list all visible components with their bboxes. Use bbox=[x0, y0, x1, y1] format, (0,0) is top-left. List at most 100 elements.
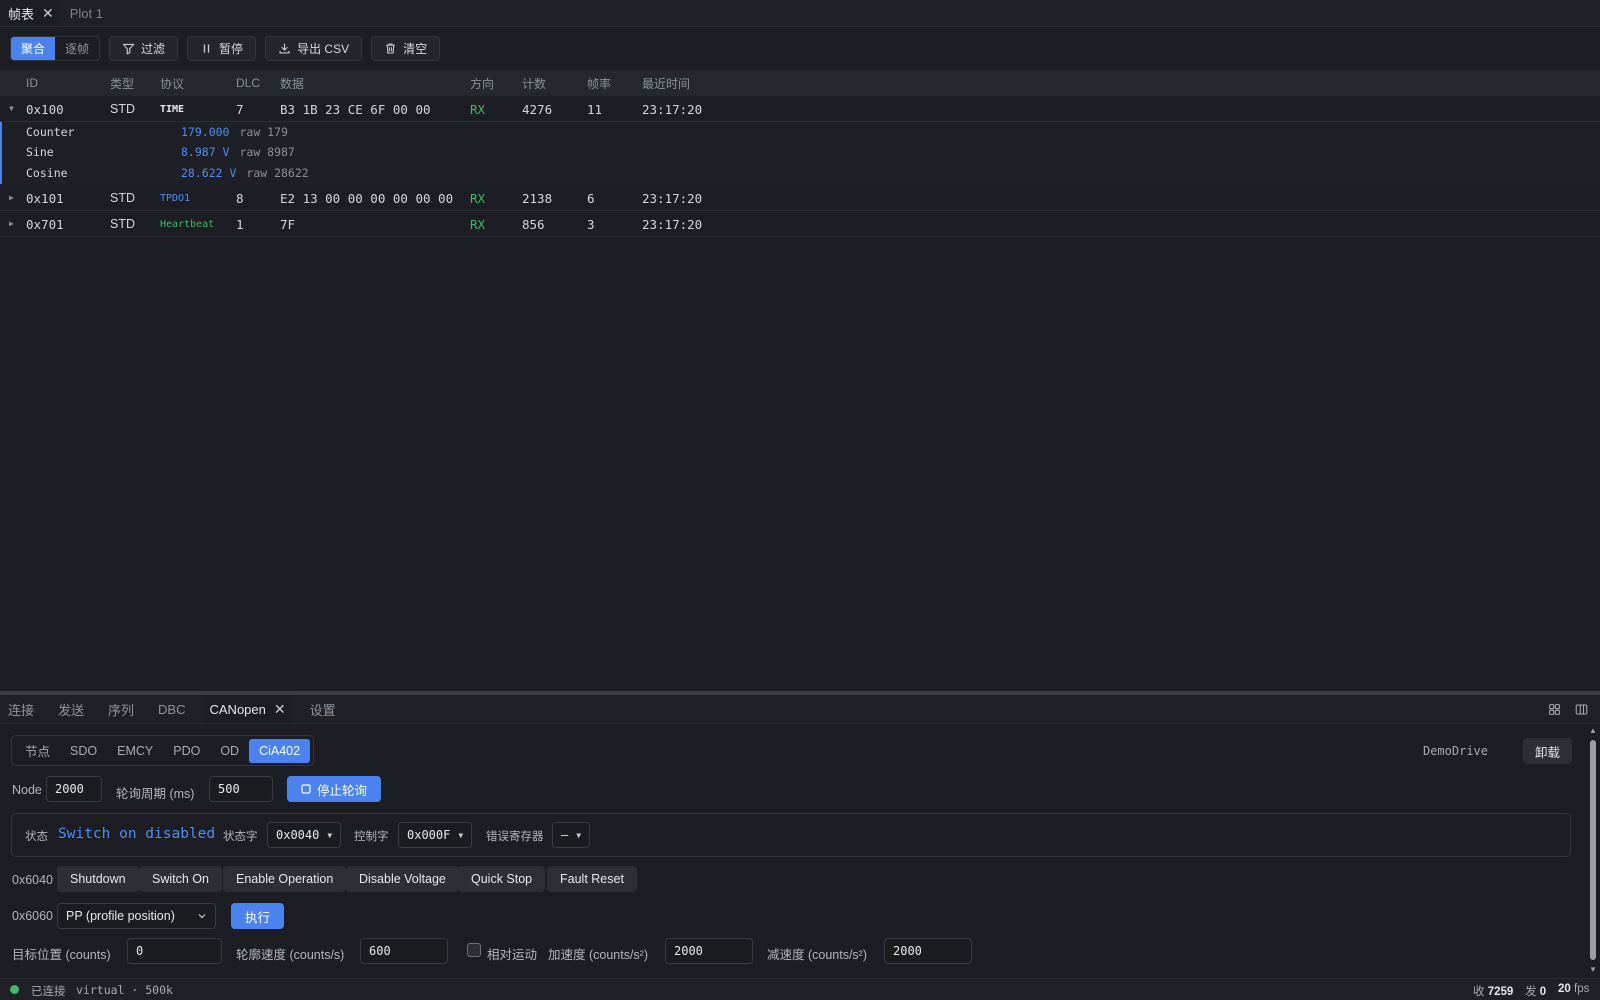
controlword-index: 0x6040 bbox=[12, 873, 54, 887]
cell-type: STD bbox=[110, 217, 135, 231]
controlword-value: 0x000F bbox=[407, 828, 451, 842]
target-position-label: 目标位置 (counts) bbox=[12, 948, 111, 962]
poll-period-input[interactable]: 500 bbox=[209, 776, 273, 802]
header-type[interactable]: 类型 bbox=[110, 75, 134, 92]
fps-unit: fps bbox=[1574, 983, 1590, 995]
subtab-cia402[interactable]: CiA402 bbox=[249, 738, 311, 763]
header-last-time[interactable]: 最近时间 bbox=[642, 75, 690, 92]
tab-dbc[interactable]: DBC bbox=[150, 695, 193, 723]
header-dlc[interactable]: DLC bbox=[236, 76, 260, 90]
tab-connection[interactable]: 连接 bbox=[0, 695, 42, 723]
filter-button[interactable]: 过滤 bbox=[109, 35, 179, 61]
caret-right-icon[interactable]: ▶ bbox=[9, 219, 14, 228]
tab-settings[interactable]: 设置 bbox=[302, 695, 344, 723]
header-rate[interactable]: 帧率 bbox=[587, 75, 611, 92]
controlword-dropdown[interactable]: 0x000F ▼ bbox=[398, 822, 473, 848]
aggregate-mode-button[interactable]: 聚合 bbox=[11, 36, 56, 60]
tab-sequence[interactable]: 序列 bbox=[100, 695, 142, 723]
header-direction[interactable]: 方向 bbox=[470, 75, 494, 92]
header-protocol[interactable]: 协议 bbox=[160, 75, 184, 92]
subtab-sdo[interactable]: SDO bbox=[60, 739, 107, 763]
unload-button[interactable]: 卸载 bbox=[1522, 738, 1572, 764]
table-row[interactable]: ▼ 0x100 STD TIME 7 B3 1B 23 CE 6F 00 00 … bbox=[0, 96, 1600, 122]
execute-button[interactable]: 执行 bbox=[231, 903, 285, 929]
error-register-dropdown[interactable]: — ▼ bbox=[552, 822, 591, 848]
canopen-subtabs: 节点 SDO EMCY PDO OD CiA402 bbox=[11, 735, 315, 766]
cell-last-time: 23:17:20 bbox=[642, 191, 703, 206]
close-icon[interactable]: ✕ bbox=[42, 5, 54, 22]
profile-velocity-label: 轮廓速度 (counts/s) bbox=[236, 948, 345, 962]
error-register-value: — bbox=[561, 828, 569, 842]
tab-frame-table-label: 帧表 bbox=[8, 6, 35, 22]
disable-voltage-button[interactable]: Disable Voltage bbox=[346, 866, 459, 892]
pause-label: 暂停 bbox=[219, 41, 244, 56]
table-row[interactable]: ▶ 0x101 STD TPDO1 8 E2 13 00 00 00 00 00… bbox=[0, 185, 1600, 211]
cell-direction: RX bbox=[470, 102, 486, 117]
header-data[interactable]: 数据 bbox=[280, 75, 304, 92]
signal-value-text: 8.987 V bbox=[181, 145, 230, 159]
scroll-down-icon[interactable]: ▼ bbox=[1589, 965, 1597, 974]
tab-canopen[interactable]: CANopen ✕ bbox=[201, 695, 294, 723]
table-row[interactable]: ▶ 0x701 STD Heartbeat 1 7F RX 856 3 23:1… bbox=[0, 211, 1600, 237]
cell-rate: 6 bbox=[587, 191, 595, 206]
relative-move-checkbox[interactable] bbox=[467, 943, 481, 957]
subtab-emcy[interactable]: EMCY bbox=[107, 739, 163, 763]
clear-button[interactable]: 清空 bbox=[371, 35, 441, 61]
scrollbar-thumb[interactable] bbox=[1590, 740, 1596, 960]
fault-reset-button[interactable]: Fault Reset bbox=[547, 866, 637, 892]
node-label: Node bbox=[12, 783, 42, 797]
fps-readout: 20 fps bbox=[1558, 983, 1589, 995]
header-id[interactable]: ID bbox=[26, 76, 38, 90]
download-icon bbox=[279, 43, 290, 54]
cell-rate: 11 bbox=[587, 102, 603, 117]
switch-on-button[interactable]: Switch On bbox=[139, 866, 222, 892]
signal-value-text: 179.000 bbox=[181, 125, 230, 139]
per-frame-mode-button[interactable]: 逐帧 bbox=[55, 37, 99, 60]
shutdown-button[interactable]: Shutdown bbox=[57, 866, 139, 892]
signal-value: 8.987 V raw 8987 bbox=[181, 145, 295, 159]
cell-type: STD bbox=[110, 102, 135, 116]
grid-icon[interactable] bbox=[1548, 703, 1561, 716]
close-icon[interactable]: ✕ bbox=[274, 701, 286, 718]
target-position-input[interactable]: 0 bbox=[127, 938, 222, 964]
cell-direction: RX bbox=[470, 191, 486, 206]
error-register-label: 错误寄存器 bbox=[486, 831, 544, 843]
quick-stop-button[interactable]: Quick Stop bbox=[458, 866, 546, 892]
chevron-down-icon bbox=[198, 914, 206, 919]
deceleration-input[interactable]: 2000 bbox=[884, 938, 972, 964]
tab-frame-table[interactable]: 帧表 ✕ bbox=[0, 0, 62, 26]
cell-dlc: 8 bbox=[236, 191, 244, 206]
signal-raw: raw 8987 bbox=[239, 145, 295, 159]
pause-button[interactable]: 暂停 bbox=[187, 35, 257, 61]
header-count[interactable]: 计数 bbox=[522, 75, 546, 92]
caret-right-icon[interactable]: ▶ bbox=[9, 193, 14, 202]
scroll-up-icon[interactable]: ▲ bbox=[1589, 726, 1597, 735]
acceleration-input[interactable]: 2000 bbox=[665, 938, 753, 964]
tab-plot-1[interactable]: Plot 1 bbox=[62, 0, 111, 26]
chevron-down-icon: ▼ bbox=[327, 830, 333, 840]
node-input[interactable]: 2000 bbox=[46, 776, 102, 802]
profile-velocity-input[interactable]: 600 bbox=[360, 938, 448, 964]
bottom-tab-bar: 连接 发送 序列 DBC CANopen ✕ 设置 bbox=[0, 695, 1600, 724]
stop-icon bbox=[301, 784, 311, 794]
enable-operation-button[interactable]: Enable Operation bbox=[223, 866, 347, 892]
statusword-value: 0x0040 bbox=[276, 828, 320, 842]
export-csv-label: 导出 CSV bbox=[297, 41, 350, 56]
subtab-node[interactable]: 节点 bbox=[15, 736, 60, 765]
subtab-od[interactable]: OD bbox=[210, 739, 249, 763]
export-csv-button[interactable]: 导出 CSV bbox=[265, 35, 363, 61]
stop-poll-button[interactable]: 停止轮询 bbox=[287, 776, 382, 802]
cell-rate: 3 bbox=[587, 217, 595, 232]
statusword-dropdown[interactable]: 0x0040 ▼ bbox=[267, 822, 342, 848]
chevron-down-icon: ▼ bbox=[576, 830, 582, 840]
caret-down-icon[interactable]: ▼ bbox=[9, 104, 14, 113]
cell-count: 856 bbox=[522, 217, 545, 232]
panel-scrollbar[interactable]: ▲ ▼ bbox=[1588, 726, 1598, 974]
tab-send[interactable]: 发送 bbox=[50, 695, 92, 723]
mode-select[interactable]: PP (profile position) bbox=[57, 903, 216, 929]
signal-name: Cosine bbox=[26, 166, 68, 180]
cell-protocol: Heartbeat bbox=[160, 219, 215, 230]
subtab-pdo[interactable]: PDO bbox=[163, 739, 210, 763]
split-icon[interactable] bbox=[1575, 703, 1588, 716]
cell-dlc: 7 bbox=[236, 102, 244, 117]
